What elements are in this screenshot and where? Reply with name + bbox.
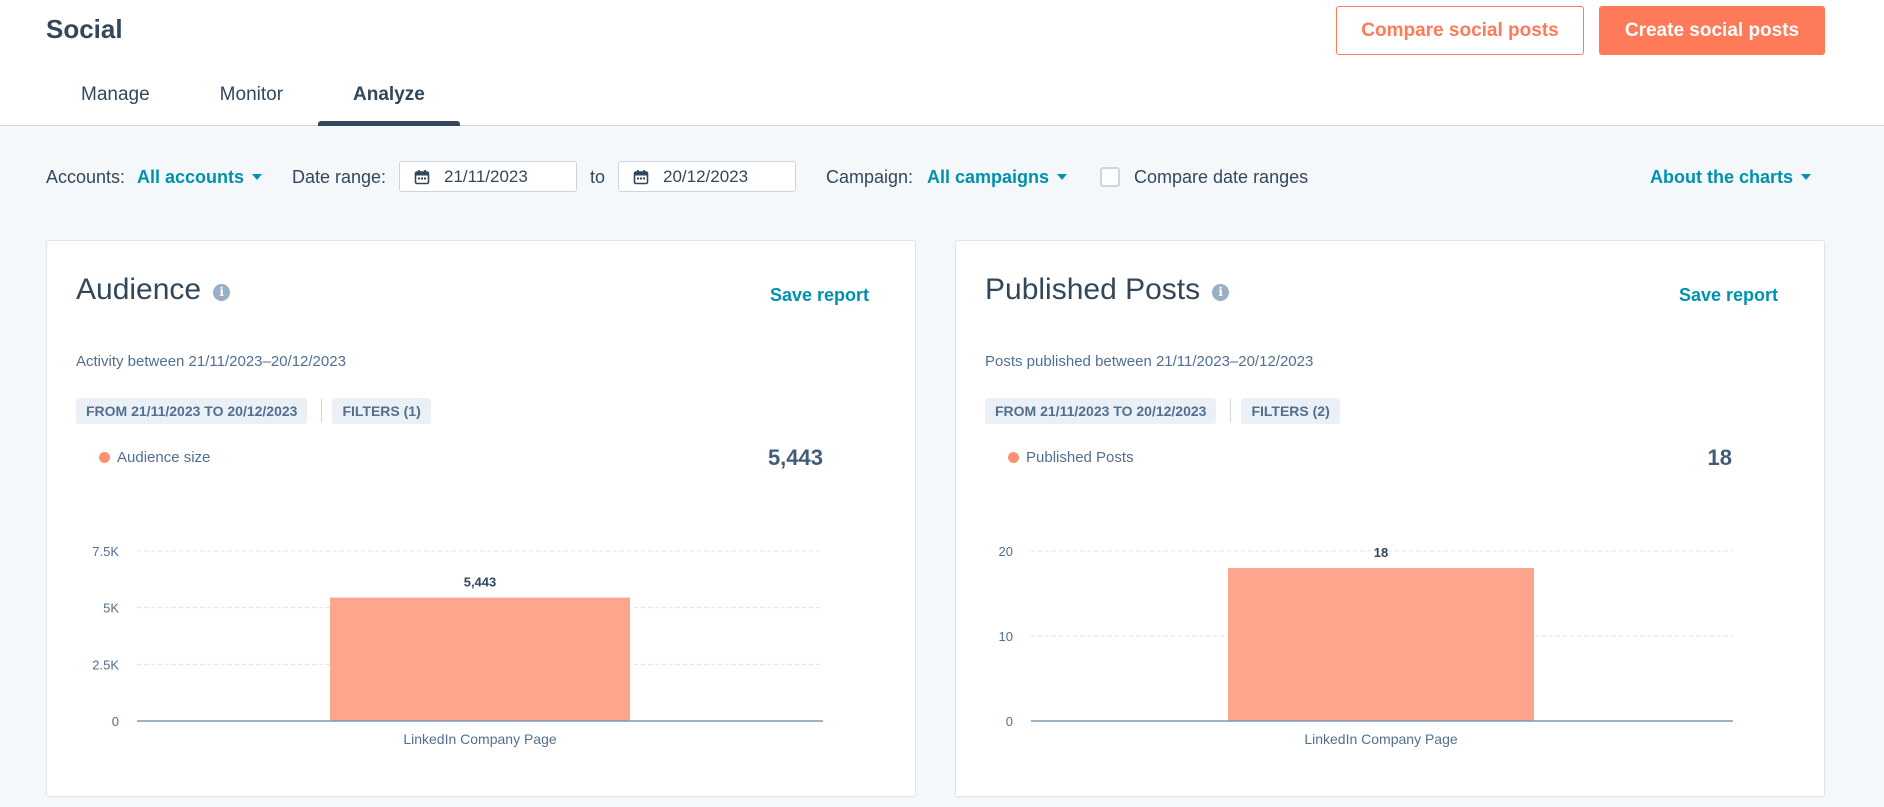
tab-bar: Manage Monitor Analyze [46,72,460,126]
bar[interactable] [330,597,630,721]
compare-social-posts-button[interactable]: Compare social posts [1336,6,1584,55]
x-tick-label: LinkedIn Company Page [1304,731,1458,747]
compare-date-ranges-checkbox[interactable] [1100,167,1120,187]
bar[interactable] [1228,568,1534,721]
date-to-value: 20/12/2023 [663,166,749,186]
accounts-label: Accounts: [46,166,126,187]
date-to-input[interactable]: 20/12/2023 [618,161,796,192]
audience-chart: 0 2.5K 5K 7.5K 5,443 LinkedIn Company Page [92,544,823,747]
chevron-down-icon [1801,174,1812,180]
page-header: Social Compare social posts Create socia… [0,0,1884,126]
filter-bar: Accounts: All accounts Date range: 21/11… [46,160,1836,194]
y-tick-label: 20 [999,544,1013,559]
compare-date-ranges-toggle[interactable]: Compare date ranges [1100,160,1308,194]
published-posts-card: Published Posts i Save report Posts publ… [955,240,1825,797]
y-tick-label: 5K [103,601,119,616]
bar-value-label: 5,443 [464,575,497,590]
tab-manage[interactable]: Manage [46,72,185,126]
y-tick-label: 0 [1006,714,1013,729]
to-label: to [590,166,606,187]
date-from-value: 21/11/2023 [444,166,528,186]
compare-date-ranges-label: Compare date ranges [1134,166,1309,187]
campaign-dropdown[interactable]: All campaigns [927,160,1068,194]
x-tick-label: LinkedIn Company Page [403,731,557,747]
y-tick-label: 2.5K [92,657,119,672]
campaign-label: Campaign: [826,166,914,187]
tab-analyze[interactable]: Analyze [318,72,460,126]
accounts-dropdown[interactable]: All accounts [137,160,263,194]
campaign-dropdown-value: All campaigns [927,166,1050,187]
bar-value-label: 18 [1374,545,1388,560]
audience-card: Audience i Save report Activity between … [46,240,916,797]
create-social-posts-button[interactable]: Create social posts [1599,6,1825,55]
about-the-charts-label: About the charts [1650,166,1794,187]
tab-monitor[interactable]: Monitor [185,72,318,126]
y-tick-label: 10 [999,629,1013,644]
about-the-charts-dropdown[interactable]: About the charts [1650,160,1812,194]
chevron-down-icon [1057,174,1068,180]
date-from-input[interactable]: 21/11/2023 [399,161,577,192]
calendar-icon [633,169,649,184]
accounts-dropdown-value: All accounts [137,166,245,187]
page-title: Social [46,14,123,44]
y-tick-label: 0 [112,714,119,729]
calendar-icon [414,169,430,184]
date-range-label: Date range: [292,166,387,187]
y-tick-label: 7.5K [92,544,119,559]
published-posts-chart: 0 10 20 18 LinkedIn Company Page [999,544,1733,747]
chevron-down-icon [252,174,263,180]
